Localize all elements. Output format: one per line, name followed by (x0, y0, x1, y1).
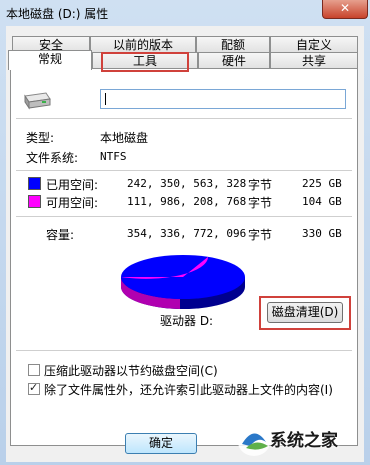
properties-window: 本地磁盘 (D:) 属性 ✕ 安全 以前的版本 配额 自定义 常规 工具 硬件 … (0, 0, 370, 465)
hard-drive-icon (24, 92, 51, 110)
separator-top (16, 118, 352, 119)
tab-customize[interactable]: 自定义 (270, 36, 358, 52)
free-space-unit: 字节 (248, 196, 273, 210)
capacity-bytes: 354, 336, 772, 096 (127, 227, 247, 240)
title-bar[interactable]: 本地磁盘 (D:) 属性 ✕ (0, 0, 370, 26)
compress-checkbox[interactable] (28, 364, 40, 376)
tab-previous-versions[interactable]: 以前的版本 (90, 36, 196, 52)
watermark-text: 系统之家 (270, 431, 338, 451)
ok-button[interactable]: 确定 (125, 433, 197, 454)
free-space-swatch (28, 195, 41, 208)
filesystem-label: 文件系统: (26, 151, 79, 165)
separator-capacity (16, 216, 352, 217)
capacity-unit: 字节 (248, 228, 273, 242)
close-button[interactable]: ✕ (322, 0, 368, 19)
window-title: 本地磁盘 (D:) 属性 (6, 7, 109, 21)
drive-label: 驱动器 D: (160, 314, 214, 328)
used-space-label: 已用空间: (46, 178, 99, 192)
compress-label[interactable]: 压缩此驱动器以节约磁盘空间(C) (44, 362, 218, 379)
volume-name-input[interactable] (100, 89, 346, 109)
text-caret (105, 93, 106, 105)
cleanup-highlight (259, 296, 351, 330)
capacity-label: 容量: (46, 228, 75, 242)
used-space-bytes: 242, 350, 563, 328 (127, 177, 247, 190)
free-space-size: 104 GB (302, 195, 342, 208)
capacity-size: 330 GB (302, 227, 342, 240)
used-space-swatch (28, 177, 41, 190)
type-value: 本地磁盘 (100, 131, 149, 145)
free-space-label: 可用空间: (46, 196, 99, 210)
separator-mid (16, 170, 352, 171)
tools-tab-highlight (101, 52, 189, 72)
free-space-bytes: 111, 986, 208, 768 (127, 195, 247, 208)
tab-general[interactable]: 常规 (8, 50, 92, 70)
tab-quota[interactable]: 配额 (196, 36, 270, 52)
used-space-size: 225 GB (302, 177, 342, 190)
separator-bottom (16, 350, 352, 351)
used-space-unit: 字节 (248, 178, 273, 192)
type-label: 类型: (26, 131, 55, 145)
index-label[interactable]: 除了文件属性外，还允许索引此驱动器上文件的内容(I) (44, 381, 333, 398)
disk-usage-pie (120, 255, 245, 309)
filesystem-value: NTFS (100, 150, 127, 163)
tab-sharing[interactable]: 共享 (270, 52, 358, 68)
index-checkbox[interactable] (28, 381, 40, 395)
tab-hardware[interactable]: 硬件 (198, 52, 270, 68)
